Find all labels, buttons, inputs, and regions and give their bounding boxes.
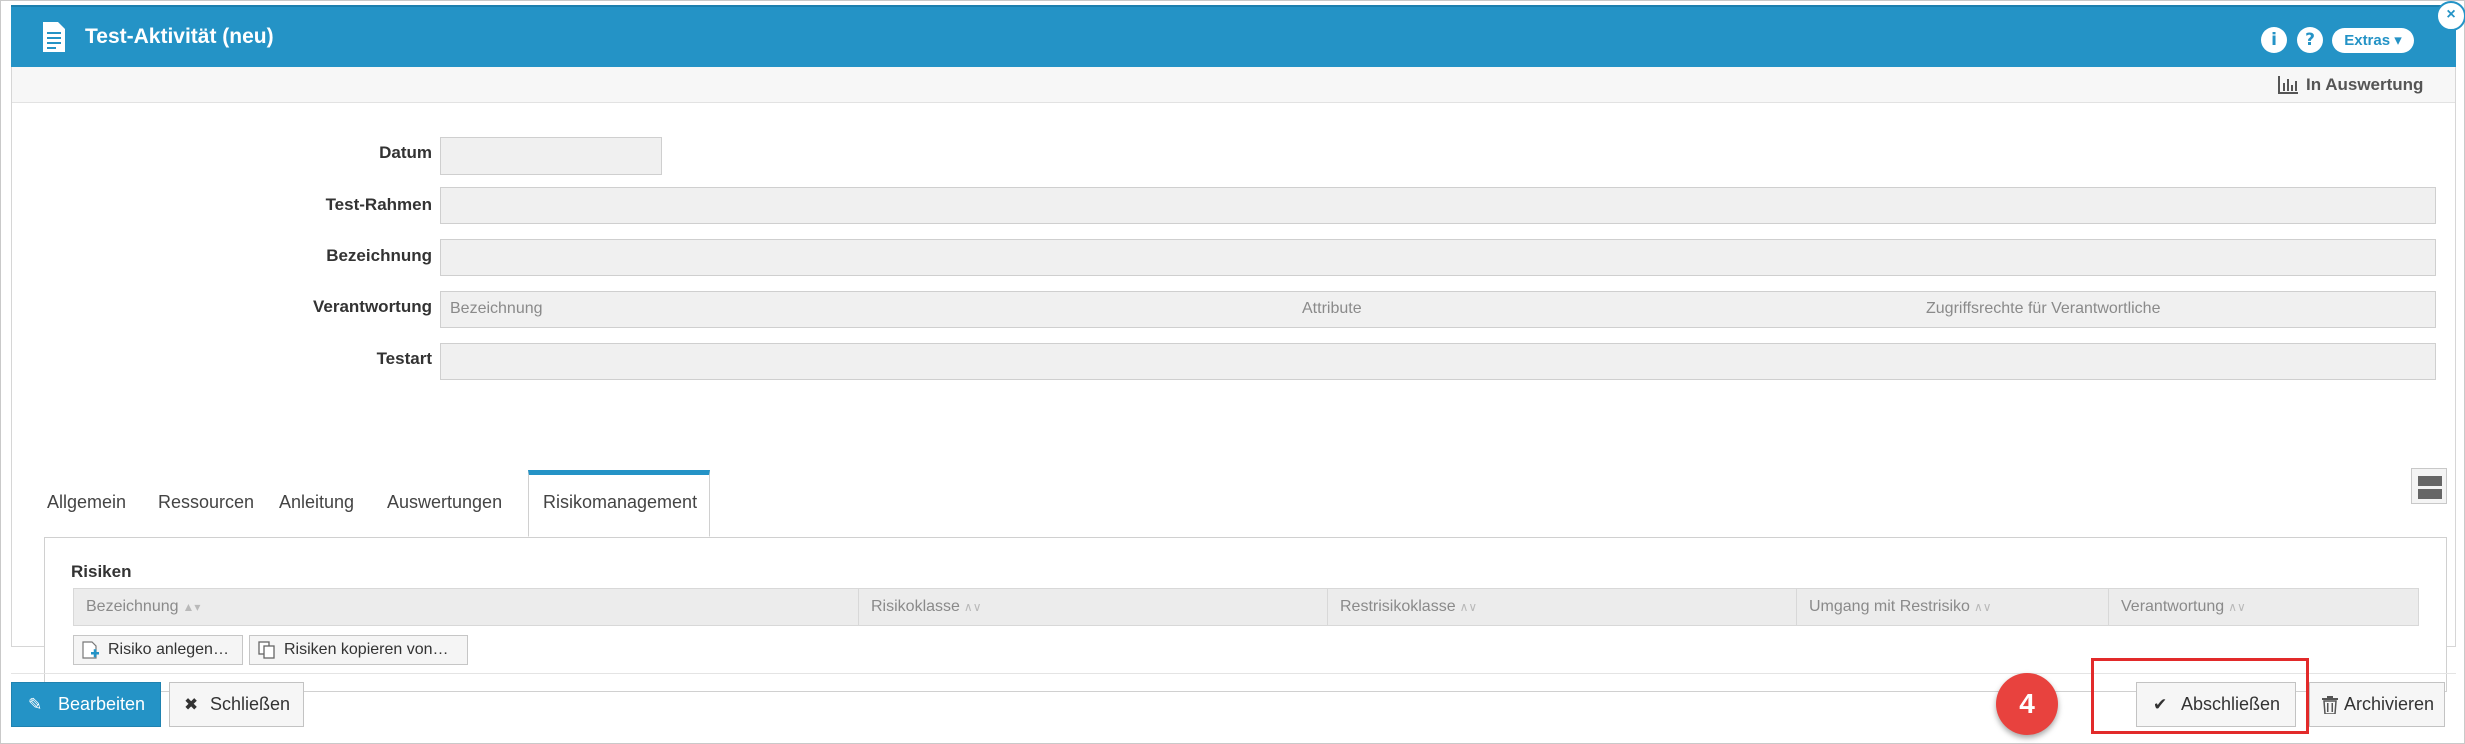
risiko-anlegen-label: Risiko anlegen… (108, 641, 229, 658)
datum-input[interactable] (440, 137, 662, 175)
copy-icon (258, 641, 275, 659)
testart-field[interactable] (440, 343, 2436, 380)
tab-risikomanagement[interactable]: Risikomanagement (528, 470, 710, 537)
footer-divider (11, 673, 2456, 674)
risiken-grid-header: Bezeichnung ▲▾ Risikoklasse ∧∨ Restrisikok… (73, 588, 2419, 626)
archivieren-button[interactable]: Archivieren (2309, 682, 2445, 727)
step-badge: 4 (1996, 673, 2058, 735)
archivieren-label: Archivieren (2344, 694, 2435, 714)
tab-auswertungen[interactable]: Auswertungen (387, 492, 502, 513)
close-icon: ✖ (184, 695, 199, 714)
risiken-kopieren-label: Risiken kopieren von… (284, 641, 449, 658)
tab-allgemein[interactable]: Allgemein (47, 492, 126, 513)
test-rahmen-field[interactable] (440, 187, 2436, 224)
risikomanagement-panel: Risiken Bezeichnung ▲▾ Risikoklasse ∧∨ Res… (44, 537, 2447, 692)
sort-icon: ∧∨ (2228, 600, 2246, 614)
verantwortung-col-zugriffsrechte: Zugriffsrechte für Verantwortliche (1926, 300, 2161, 317)
highlight-frame (2091, 658, 2309, 734)
bezeichnung-label: Bezeichnung (326, 246, 432, 265)
col-umgang-label: Umgang mit Restrisiko (1809, 598, 1970, 615)
col-verantwortung-label: Verantwortung (2121, 598, 2225, 615)
new-document-icon (82, 641, 99, 659)
bezeichnung-input[interactable] (440, 239, 2436, 276)
document-icon (43, 22, 65, 52)
bar-chart-icon (2278, 76, 2298, 94)
sort-icon: ∧∨ (1459, 600, 1478, 614)
testart-label: Testart (376, 349, 432, 368)
layout-toggle-icon-bar (2418, 489, 2442, 499)
col-umgang-mit-restrisiko[interactable]: Umgang mit Restrisiko ∧∨ (1797, 589, 2109, 625)
verantwortung-col-bezeichnung: Bezeichnung (450, 300, 543, 317)
trash-icon (2322, 696, 2338, 714)
datum-label: Datum (379, 143, 432, 162)
test-rahmen-label: Test-Rahmen (325, 195, 432, 214)
layout-toggle-icon (2418, 476, 2442, 486)
help-icon[interactable]: ? (2297, 27, 2323, 53)
close-icon[interactable]: × (2436, 1, 2465, 31)
dialog-body: In Auswertung Datum Test-Rahmen Bezeichn… (11, 67, 2456, 692)
schliessen-label: Schließen (210, 694, 291, 714)
layout-toggle-button[interactable] (2411, 468, 2447, 504)
verantwortung-label: Verantwortung (312, 297, 432, 316)
dialog-title: Test-Aktivität (neu) (85, 25, 274, 48)
info-icon[interactable]: i (2261, 27, 2287, 53)
col-bezeichnung[interactable]: Bezeichnung ▲▾ (74, 589, 859, 625)
col-restrisikoklasse-label: Restrisikoklasse (1340, 598, 1456, 615)
tab-anleitung[interactable]: Anleitung (279, 492, 354, 513)
schliessen-button[interactable]: ✖ Schließen (169, 682, 304, 727)
risiken-kopieren-button[interactable]: Risiken kopieren von… (249, 635, 468, 665)
bearbeiten-label: Bearbeiten (58, 694, 146, 714)
col-risikoklasse-label: Risikoklasse (871, 598, 960, 615)
col-verantwortung[interactable]: Verantwortung ∧∨ (2109, 589, 2418, 625)
risiken-title: Risiken (71, 562, 132, 581)
sort-asc-icon: ▲▾ (182, 600, 201, 614)
status-bar: In Auswertung (12, 67, 2455, 103)
dialog-header: Test-Aktivität (neu) i ? Extras ▾ (11, 5, 2456, 67)
sort-icon: ∧∨ (1973, 600, 1992, 614)
extras-dropdown-button[interactable]: Extras ▾ (2332, 28, 2414, 53)
status-label: In Auswertung (2306, 75, 2424, 94)
col-bezeichnung-label: Bezeichnung (86, 598, 179, 615)
bearbeiten-button[interactable]: ✎ Bearbeiten (11, 682, 161, 727)
edit-icon: ✎ (28, 695, 43, 714)
col-restrisikoklasse[interactable]: Restrisikoklasse ∧∨ (1328, 589, 1797, 625)
verantwortung-col-attribute: Attribute (1302, 300, 1362, 317)
tab-risikomanagement-label: Risikomanagement (543, 492, 698, 512)
col-risikoklasse[interactable]: Risikoklasse ∧∨ (859, 589, 1328, 625)
sort-icon: ∧∨ (963, 600, 982, 614)
dialog-window: Test-Aktivität (neu) i ? Extras ▾ × In A… (0, 0, 2465, 744)
tab-ressourcen[interactable]: Ressourcen (158, 492, 254, 513)
verantwortung-table[interactable]: Bezeichnung Attribute Zugriffsrechte für… (440, 291, 2436, 328)
risiko-anlegen-button[interactable]: Risiko anlegen… (73, 635, 243, 665)
